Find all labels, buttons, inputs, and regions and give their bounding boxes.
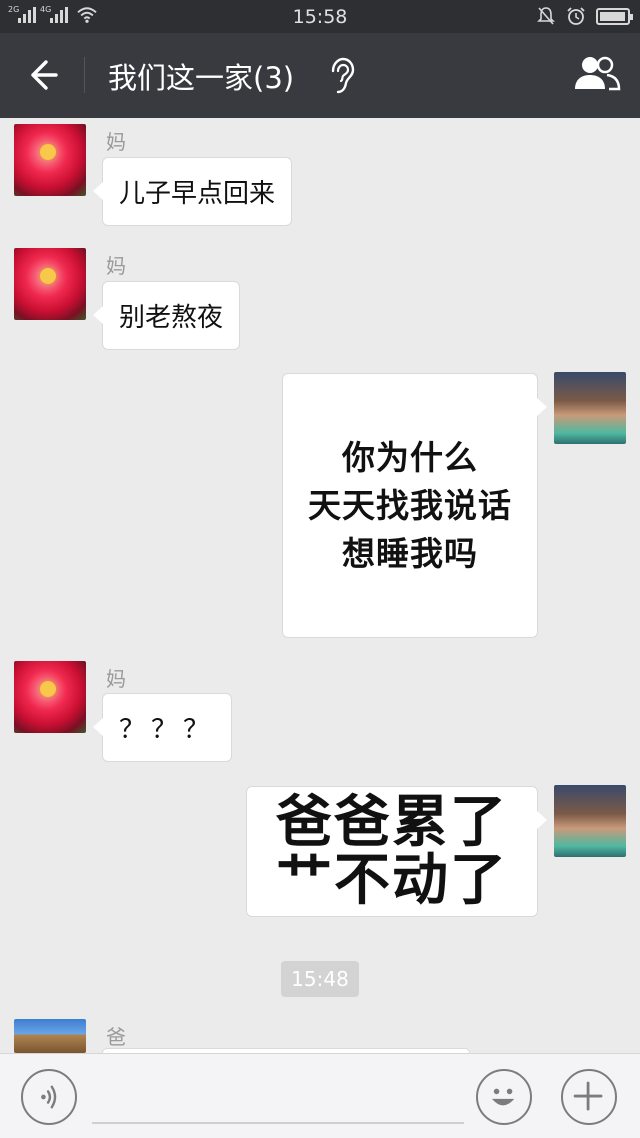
sticker-message[interactable]: 你为什么 天天找我说话 想睡我吗	[282, 373, 547, 638]
mute-bell-icon	[536, 6, 556, 26]
sender-name: 妈	[106, 667, 126, 691]
arrow-left-icon	[31, 60, 58, 90]
sender-name: 妈	[106, 254, 126, 278]
sender-name: 妈	[106, 130, 126, 154]
plus-icon	[573, 1081, 603, 1111]
back-button[interactable]	[20, 53, 64, 97]
message-bubble[interactable]: ？？？	[92, 693, 233, 762]
message-bubble[interactable]: 别老熬夜	[92, 281, 241, 350]
timestamp: 15:48	[281, 961, 359, 997]
sticker-text-line: 你为什么	[342, 437, 478, 477]
input-bar	[0, 1053, 640, 1138]
avatar-dad[interactable]	[14, 1019, 86, 1053]
ear-icon	[328, 57, 356, 95]
status-right	[536, 6, 633, 26]
message-input[interactable]	[92, 1064, 464, 1124]
message-bubble[interactable]: 儿子早点回来	[92, 157, 293, 226]
voice-button[interactable]	[21, 1069, 77, 1125]
message-text: 别老熬夜	[119, 303, 224, 333]
avatar-mom[interactable]	[14, 248, 86, 320]
emoji-icon	[491, 1088, 515, 1106]
message-text: 儿子早点回来	[119, 179, 276, 209]
voice-icon	[41, 1085, 57, 1109]
chat-title: 我们这一家(3)	[108, 61, 295, 95]
battery-icon	[596, 7, 633, 25]
sticker-text-line: 天天找我说话	[308, 485, 512, 525]
chat-header: 我们这一家(3)	[0, 33, 640, 118]
emoji-button[interactable]	[476, 1069, 532, 1125]
sticker-text-line: 想睡我吗	[342, 533, 478, 573]
status-bar: 2G 4G 15:58	[0, 0, 640, 33]
alarm-icon	[566, 6, 586, 26]
avatar-mom[interactable]	[14, 124, 86, 196]
message-text: ？？？	[119, 715, 216, 745]
sticker-text-line: 艹不动了	[276, 847, 508, 913]
group-people-icon	[575, 56, 621, 91]
more-button[interactable]	[561, 1069, 617, 1125]
battery-level	[600, 11, 625, 21]
sender-name: 爸	[106, 1025, 126, 1049]
avatar-mom[interactable]	[14, 661, 86, 733]
sticker-text-line: 爸爸累了	[276, 789, 508, 855]
avatar-self[interactable]	[554, 372, 626, 444]
group-info-button[interactable]	[572, 53, 622, 97]
header-divider	[84, 57, 85, 93]
avatar-self[interactable]	[554, 785, 626, 857]
sticker-message[interactable]: 爸爸累了 艹不动了	[246, 786, 547, 917]
